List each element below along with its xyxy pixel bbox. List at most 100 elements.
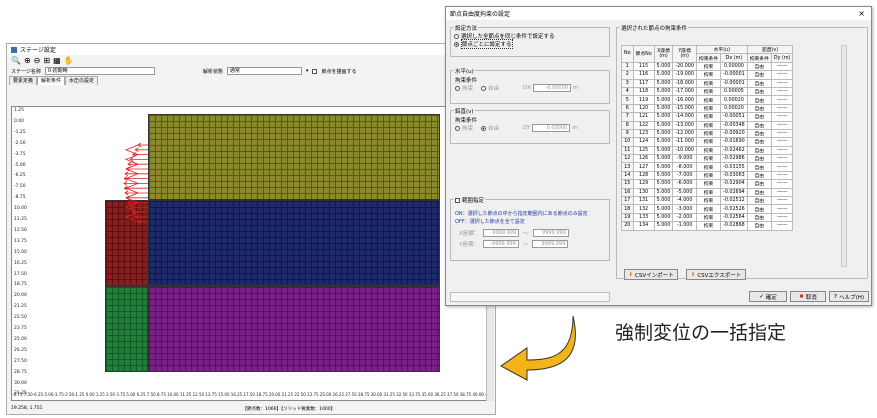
mesh-plot[interactable]: 1.25 0.00 -1.25 -2.50 -3.75 -5.00 -6.25 -7.50 -8… [11,106,489,401]
table-row[interactable]: 20 134 5.000 -1.000 拘束 -0.02868 自由 ------ [621,221,794,231]
chevron-down-icon[interactable]: ▾ [306,68,309,74]
table-row[interactable]: 14 128 5.000 -7.000 拘束 -0.03063 自由 ------ [621,170,794,181]
help-button[interactable]: ? ヘルプ(H) [829,291,869,302]
table-row[interactable]: 17 131 5.000 -4.000 拘束 -0.02512 自由 ------ [621,196,794,206]
table-row[interactable]: 5 119 5.000 -16.000 拘束 0.00020 自由 ------ [621,95,794,105]
table-cell: ------ [770,128,794,139]
table-cell: -10.000 [672,145,697,156]
h-fix-radio[interactable] [455,85,460,91]
table-cell: ------ [770,95,794,105]
stage-name-field[interactable]: 0.初期時 [44,67,155,75]
csv-import-button[interactable]: ⬇ CSVインポート [624,269,678,280]
table-row[interactable]: 7 121 5.000 -14.000 拘束 -0.00051 自由 ------ [621,112,794,122]
table-cell: 拘束 [695,86,722,97]
table-cell: 18 [621,204,634,214]
table-cell: 118 [632,86,655,97]
table-cell: 自由 [746,221,772,231]
y-min-input[interactable]: -9999.999 [482,240,519,248]
table-row[interactable]: 1 115 5.000 -20.000 拘束 0.00000 自由 ------ [621,61,794,72]
table-cell: ------ [770,61,794,72]
table-row[interactable]: 12 126 5.000 -9.000 拘束 -0.02986 自由 ------ [621,154,794,164]
table-cell: 0.00005 [720,86,748,97]
table-cell: 5.000 [653,78,674,88]
csv-export-button[interactable]: ⬆ CSVエクスポート [686,269,746,280]
col-node-no: 節点No [632,45,655,63]
h-free-radio[interactable] [481,85,487,91]
table-cell: 0.00020 [720,95,748,105]
close-icon[interactable]: × [858,9,865,18]
cursor-coord: 19.258, 1.751 [11,406,43,411]
table-row[interactable]: 10 124 5.000 -11.000 拘束 -0.01690 自由 ------ [621,137,794,147]
fit-icon[interactable]: ⊞ [43,56,50,65]
table-row[interactable]: 2 116 5.000 -19.000 拘束 -0.00001 自由 ------ [621,70,794,80]
app-icon [11,46,17,53]
y-max-input[interactable]: 9999.999 [532,240,569,248]
ok-button[interactable]: ✔ 確定 [749,291,787,302]
table-cell: -3.000 [672,204,697,214]
table-row[interactable]: 13 127 5.000 -8.000 拘束 -0.03155 自由 ------ [621,162,794,172]
table-row[interactable]: 11 125 5.000 -10.000 拘束 -0.02462 自由 ------ [621,145,794,156]
forced-displacement-arrows [123,142,148,225]
v-free-radio[interactable] [481,125,487,131]
table-cell: -0.01690 [720,137,748,147]
y-axis: 1.25 0.00 -1.25 -2.50 -3.75 -5.00 -6.25 -7.50 -8… [12,107,38,400]
col-dx: Dx (m) [720,53,748,63]
hand-icon[interactable]: ✋ [64,56,74,65]
table-cell: 自由 [746,170,772,181]
analysis-select[interactable]: 通常 [226,67,302,75]
table-cell: -0.02694 [720,187,748,198]
table-row[interactable]: 8 122 5.000 -13.000 拘束 -0.00348 自由 ------ [621,120,794,130]
table-cell: -16.000 [672,95,697,105]
tab-analysis-cond[interactable]: 解析条件 [37,76,66,85]
table-cell: -5.000 [672,187,697,198]
cancel-button[interactable]: ✖ 取消 [790,291,826,302]
cancel-icon: ✖ [799,293,804,300]
col-horizontal: 水平(u) [695,44,748,55]
v-free-label: 自由 [488,126,500,132]
table-row[interactable]: 16 130 5.000 -5.000 拘束 -0.02694 自由 ------ [621,187,794,198]
table-cell: 拘束 [695,196,722,206]
radio-icon[interactable] [454,33,459,39]
y-tick-label: 20.00 [14,293,27,299]
table-row[interactable]: 15 129 5.000 -6.000 拘束 -0.02904 自由 ------ [621,179,794,189]
table-cell: 16 [621,187,634,198]
dx-input[interactable]: -0.00000 [533,84,572,92]
v-fix-radio[interactable] [455,125,460,131]
show-nodes-checkbox[interactable] [312,68,318,74]
grid-icon[interactable]: ▦ [53,56,61,65]
table-cell: 5.000 [653,61,674,72]
table-cell: 5.000 [653,187,674,198]
table-row[interactable]: 18 132 5.000 -3.000 拘束 -0.02526 自由 ------ [621,204,794,214]
dy-input[interactable]: 0.00000 [532,124,571,132]
table-row[interactable]: 9 123 5.000 -12.000 拘束 -0.00920 自由 ------ [621,128,794,139]
table-cell: ------ [770,120,794,130]
vertical-group: 鉛直(v) 拘束条件 拘束 自由 DY 0.00000 m [450,107,610,144]
table-scrollbar[interactable] [841,45,847,267]
table-cell: 5.000 [653,162,674,172]
zoom-icon[interactable]: 🔍 [11,56,21,65]
table-row[interactable]: 19 133 5.000 -2.000 拘束 -0.02564 自由 ------ [621,212,794,223]
zoom-in-icon[interactable]: ⊕ [24,56,31,65]
radio-icon[interactable] [454,41,459,47]
zoom-out-icon[interactable]: ⊖ [34,56,41,65]
table-cell: -0.02868 [720,221,748,231]
y-tick-label: 10.00 [14,206,27,212]
range-checkbox[interactable] [455,197,460,203]
y-tilde: ～ [522,242,529,248]
y-tick-label: -8.75 [14,195,26,201]
table-cell: 拘束 [695,120,722,130]
tab-water-pressure[interactable]: 水圧の設定 [65,76,99,85]
table-cell: 拘束 [695,61,722,72]
table-cell: 自由 [746,120,772,130]
stage-window-title: ステージ設定 [20,47,56,54]
soil-layer-olive [148,114,440,200]
table-row[interactable]: 6 120 5.000 -15.000 拘束 0.00020 自由 ------ [621,103,794,114]
x-max-input[interactable]: 9999.999 [532,229,569,237]
table-cell: 0.00020 [720,103,748,114]
table-cell: 5.000 [653,204,674,214]
tab-element-def[interactable]: 要素定義 [9,76,38,85]
x-min-input[interactable]: -9999.999 [483,229,520,237]
method-each-option[interactable]: 節点ごとに設定する [454,39,606,49]
table-row[interactable]: 3 117 5.000 -18.000 拘束 -0.00001 自由 ------ [621,78,794,88]
table-row[interactable]: 4 118 5.000 -17.000 拘束 0.00005 自由 ------ [621,86,794,97]
